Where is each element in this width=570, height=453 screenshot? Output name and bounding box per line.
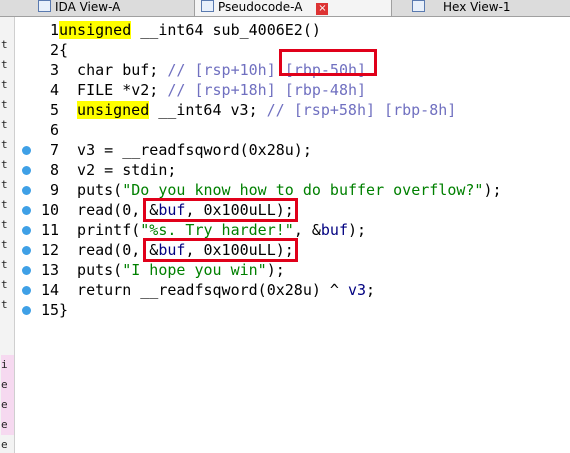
line-number-gutter: 1 2 3 4 5 6 7 8 9 10 11 12 13 14 15 bbox=[15, 17, 59, 453]
code-text: , & bbox=[293, 221, 321, 239]
breakpoint-dot-icon[interactable] bbox=[22, 306, 31, 315]
highlight-box-read-buf-1 bbox=[143, 198, 298, 222]
variable: v3 bbox=[347, 281, 367, 299]
breakpoint-dot-icon[interactable] bbox=[22, 186, 31, 195]
tab-pseudocode[interactable]: Pseudocode-A × bbox=[194, 0, 392, 16]
line-number: 6 bbox=[49, 121, 59, 139]
left-strip-char: t bbox=[1, 78, 8, 91]
tab-bar: IDA View-A Pseudocode-A × Hex View-1 bbox=[0, 0, 570, 17]
code-text: puts( bbox=[59, 181, 123, 199]
left-strip-char: t bbox=[1, 138, 8, 151]
code-line-8[interactable]: v2 = stdin; bbox=[59, 160, 176, 180]
breakpoint-dot-icon[interactable] bbox=[22, 226, 31, 235]
left-strip-char: t bbox=[1, 58, 8, 71]
breakpoint-dot-icon[interactable] bbox=[22, 266, 31, 275]
left-strip-char: t bbox=[1, 278, 8, 291]
breakpoint-dot-icon[interactable] bbox=[22, 206, 31, 215]
code-line-14[interactable]: return __readfsqword(0x28u) ^ v3; bbox=[59, 280, 375, 300]
left-strip-char: t bbox=[1, 258, 8, 271]
left-strip-char: t bbox=[1, 198, 8, 211]
code-text: ); bbox=[483, 181, 502, 199]
left-strip-char: t bbox=[1, 178, 8, 191]
left-panel-strip: t t t t t t t t t t t t t t i e e e e bbox=[0, 17, 15, 453]
code-line-4[interactable]: FILE *v2; // [rsp+18h] [rbp-48h] bbox=[59, 80, 366, 100]
tab-hex-view[interactable]: Hex View-1 bbox=[412, 0, 511, 16]
code-line-9[interactable]: puts("Do you know how to do buffer overf… bbox=[59, 180, 502, 200]
string-literal: "%s. Try harder!" bbox=[140, 221, 294, 239]
pseudocode-icon bbox=[201, 0, 214, 12]
hex-view-icon bbox=[412, 0, 425, 12]
keyword: unsigned bbox=[77, 101, 150, 119]
left-strip-char: t bbox=[1, 98, 8, 111]
code-text: __int64 sub_4006E2() bbox=[131, 21, 321, 39]
code-text: ); bbox=[348, 221, 367, 239]
code-text: ; bbox=[366, 281, 376, 299]
line-number: 3 bbox=[49, 61, 59, 79]
code-line-2[interactable]: { bbox=[59, 40, 68, 60]
code-text: char buf; bbox=[59, 61, 168, 79]
left-strip-char: e bbox=[1, 438, 8, 451]
tab-ida-view[interactable]: IDA View-A bbox=[38, 0, 120, 16]
left-strip-char: t bbox=[1, 38, 8, 51]
comment: // [rsp+58h] [rbp-8h] bbox=[266, 101, 457, 119]
code-line-13[interactable]: puts("I hope you win"); bbox=[59, 260, 285, 280]
code-line-5[interactable]: unsigned __int64 v3; // [rsp+58h] [rbp-8… bbox=[77, 100, 456, 120]
code-text: { bbox=[59, 41, 69, 59]
highlight-box-read-buf-2 bbox=[143, 238, 298, 262]
code-text: puts( bbox=[59, 261, 123, 279]
string-literal: "Do you know how to do buffer overflow?" bbox=[122, 181, 484, 199]
highlight-box-rbp-50h bbox=[279, 49, 377, 76]
line-number: 1 bbox=[49, 21, 59, 39]
left-strip-char: t bbox=[1, 118, 8, 131]
ida-view-icon bbox=[38, 0, 51, 12]
left-strip-char: e bbox=[1, 375, 14, 395]
line-number: 2 bbox=[49, 41, 59, 59]
code-line-1[interactable]: unsigned __int64 sub_4006E2() bbox=[59, 20, 321, 40]
code-text: v2 = stdin; bbox=[59, 161, 177, 179]
line-number: 5 bbox=[49, 101, 59, 119]
left-strip-char: e bbox=[1, 415, 14, 435]
left-strip-char: t bbox=[1, 298, 8, 311]
code-line-11[interactable]: printf("%s. Try harder!", &buf); bbox=[59, 220, 366, 240]
code-text: ); bbox=[266, 261, 285, 279]
breakpoint-dot-icon[interactable] bbox=[22, 286, 31, 295]
comment: // [rsp+18h] [rbp-48h] bbox=[167, 81, 367, 99]
code-text: __int64 v3; bbox=[149, 101, 267, 119]
code-text: FILE *v2; bbox=[59, 81, 168, 99]
breakpoint-dot-icon[interactable] bbox=[22, 166, 31, 175]
breakpoint-dot-icon[interactable] bbox=[22, 146, 31, 155]
left-strip-char: i bbox=[1, 355, 14, 375]
code-line-15[interactable]: } bbox=[59, 300, 68, 320]
code-text: printf( bbox=[59, 221, 141, 239]
line-number: 4 bbox=[49, 81, 59, 99]
pseudocode-editor[interactable]: unsigned __int64 sub_4006E2() { char buf… bbox=[59, 17, 570, 453]
left-strip-char: e bbox=[1, 395, 14, 415]
keyword: unsigned bbox=[59, 21, 132, 39]
code-text: } bbox=[59, 301, 69, 319]
breakpoint-dot-icon[interactable] bbox=[22, 246, 31, 255]
string-literal: "I hope you win" bbox=[122, 261, 267, 279]
code-text: return __readfsqword(0x28u) ^ bbox=[59, 281, 348, 299]
left-strip-char: t bbox=[1, 238, 8, 251]
code-text: v3 = __readfsqword(0x28u); bbox=[59, 141, 312, 159]
close-icon[interactable]: × bbox=[316, 3, 329, 15]
code-line-7[interactable]: v3 = __readfsqword(0x28u); bbox=[59, 140, 312, 160]
left-strip-char: t bbox=[1, 218, 8, 231]
left-strip-char: t bbox=[1, 158, 8, 171]
variable: buf bbox=[320, 221, 348, 239]
